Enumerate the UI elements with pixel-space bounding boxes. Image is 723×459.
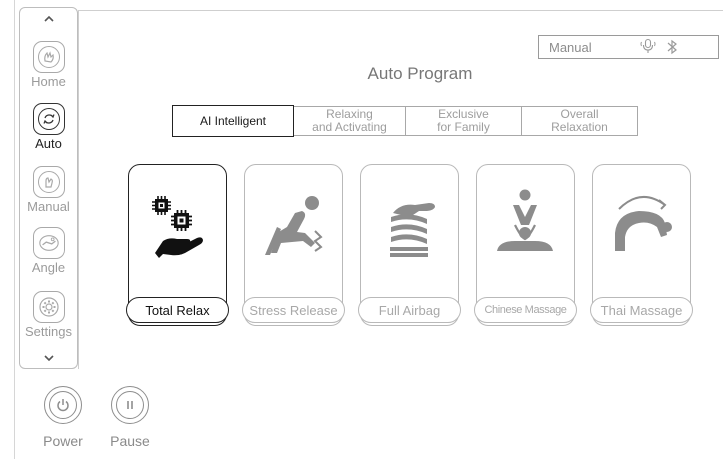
program-card-chinese-massage[interactable]: Chinese Massage — [474, 164, 577, 326]
bluetooth-icon — [666, 39, 678, 60]
scroll-down-icon[interactable] — [20, 352, 77, 364]
sidebar: Home Auto Manual Angle Settings — [19, 7, 78, 369]
home-hand-icon — [32, 41, 65, 73]
page-title: Auto Program — [367, 64, 473, 83]
sidebar-item-home[interactable]: Home — [20, 41, 77, 89]
pause-button[interactable]: Pause — [105, 386, 155, 449]
program-label: Thai Massage — [590, 297, 693, 323]
sidebar-item-label: Auto — [35, 136, 62, 151]
tab-ai-intelligent[interactable]: AI Intelligent — [172, 105, 294, 137]
airbag-waves-icon — [390, 203, 435, 257]
program-label: Chinese Massage — [474, 297, 577, 323]
program-label: Stress Release — [242, 297, 345, 323]
sidebar-item-settings[interactable]: Settings — [20, 291, 77, 339]
sidebar-item-label: Manual — [27, 199, 70, 214]
sidebar-item-label: Settings — [25, 324, 72, 339]
pause-icon — [111, 386, 149, 424]
sidebar-item-auto[interactable]: Auto — [20, 103, 77, 151]
auto-cycle-icon — [32, 103, 65, 135]
frame-left-border — [14, 0, 15, 459]
frame-divider — [78, 10, 79, 369]
angle-chair-icon — [32, 227, 65, 259]
microphone-icon — [640, 38, 656, 59]
reclining-person-icon — [265, 196, 323, 255]
settings-gear-icon — [32, 291, 65, 323]
program-label: Full Airbag — [358, 297, 461, 323]
sidebar-item-label: Angle — [31, 260, 66, 275]
sidebar-item-manual[interactable]: Manual — [20, 166, 77, 214]
sidebar-item-label: Home — [31, 74, 66, 89]
frame-top-border — [78, 10, 723, 11]
program-card-full-airbag[interactable]: Full Airbag — [358, 164, 461, 326]
thai-stretch-icon — [615, 196, 672, 251]
program-tabs: AI Intelligent Relaxing and Activating E… — [172, 105, 638, 138]
program-label: Total Relax — [126, 297, 229, 323]
scroll-up-icon[interactable] — [20, 12, 77, 24]
status-box: Manual — [538, 35, 719, 59]
tab-relaxing-activating[interactable]: Relaxing and Activating — [294, 106, 406, 136]
power-label: Power — [43, 433, 83, 449]
pause-label: Pause — [110, 433, 150, 449]
power-button[interactable]: Power — [38, 386, 88, 449]
status-mode-label: Manual — [549, 39, 592, 55]
chinese-massage-icon — [497, 189, 553, 251]
program-card-total-relax[interactable]: Total Relax — [126, 164, 229, 326]
tab-exclusive-family[interactable]: Exclusive for Family — [406, 106, 522, 136]
sidebar-item-angle[interactable]: Angle — [20, 227, 77, 275]
power-icon — [44, 386, 82, 424]
manual-hand-icon — [32, 166, 65, 198]
program-card-thai-massage[interactable]: Thai Massage — [590, 164, 693, 326]
ai-chip-hand-icon — [152, 196, 203, 258]
program-card-stress-release[interactable]: Stress Release — [242, 164, 345, 326]
tab-overall-relaxation[interactable]: Overall Relaxation — [522, 106, 638, 136]
